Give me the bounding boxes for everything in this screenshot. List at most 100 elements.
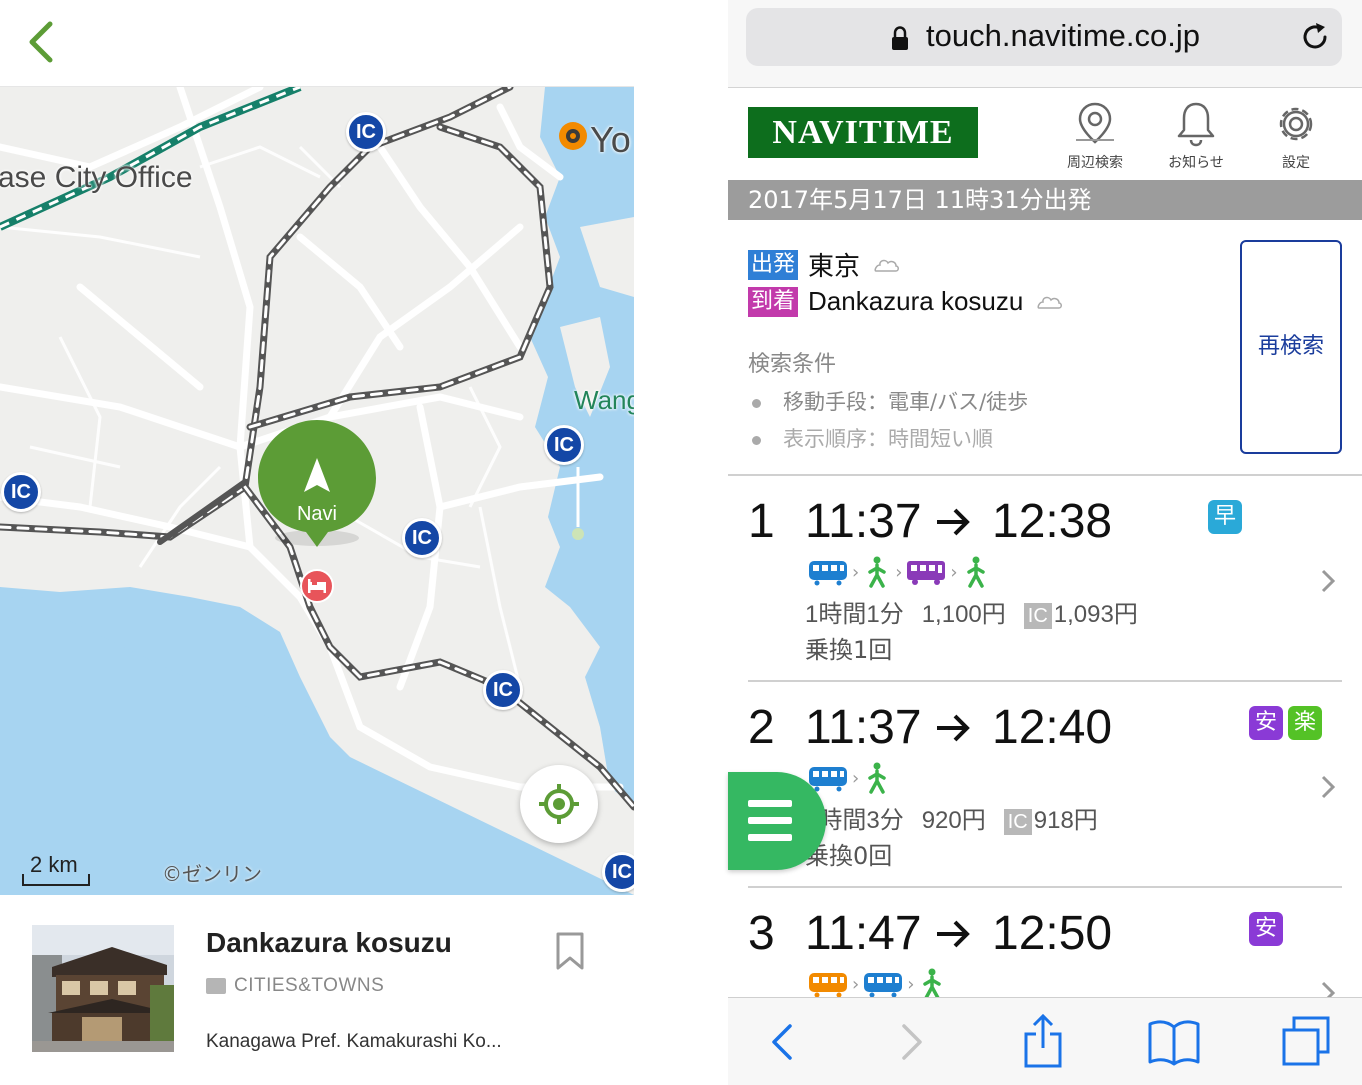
map-credit: ©ゼンリン [162,862,262,886]
gear-icon [1279,107,1313,141]
route-modes: › › › [808,556,990,588]
arrow-right-icon [937,920,970,948]
current-location-button[interactable] [520,765,598,843]
train-icon [809,561,847,586]
browser-address-area: touch.navitime.co.jp [728,0,1362,88]
badge-cheapest: 安 [1249,706,1283,740]
route-duration: 1時間1分 [805,601,904,628]
chevron-icon: › [852,973,860,995]
chevron-icon: › [852,767,860,789]
route-modes: › › [808,968,946,997]
route-arrival-time: 12:50 [992,907,1113,960]
ic-marker[interactable]: IC [602,852,634,892]
browser-screen: touch.navitime.co.jp NAVITIME 周辺検索 お知らせ [728,0,1362,1085]
map-scale: 2 km [22,852,90,888]
arrival-row: 到着 Dankazura kosuzu [748,286,1063,317]
navigation-pin-icon [258,420,376,547]
bookmark-icon [556,932,584,970]
url-text: touch.navitime.co.jp [926,18,1200,53]
ic-card-tag: IC [1023,603,1052,629]
crosshair-icon [539,784,579,824]
train-icon [809,973,847,997]
badge-cheapest: 安 [1249,912,1283,946]
route-result-1[interactable]: 1 11:37 12:38 早 › › › 1時間1分 1,100円 IC 1,… [748,476,1342,682]
map-pin-icon [1076,102,1114,144]
chevron-icon: › [907,973,915,995]
share-icon[interactable] [1015,1014,1071,1070]
lock-icon [892,26,908,50]
top-bar [0,0,634,87]
chevron-icon: › [895,561,903,583]
ic-marker[interactable]: IC [346,112,386,152]
route-modes: › [808,762,891,794]
cloud-icon [1037,296,1063,309]
ic-marker[interactable]: IC [1,472,41,512]
train-icon [809,767,847,792]
settings-label: 設定 [1282,155,1310,171]
route-departure-time: 11:37 [805,495,922,548]
chevron-right-icon [1321,775,1336,799]
train-icon [864,973,903,997]
chevron-icon: › [950,561,958,583]
settings-button[interactable]: 設定 [1256,98,1336,174]
route-departure-time: 11:47 [805,907,922,960]
research-button[interactable]: 再検索 [1240,240,1342,454]
navitime-logo[interactable]: NAVITIME [748,107,978,158]
ic-marker[interactable]: IC [544,425,584,465]
condition-transport: 移動手段：電車/バス/徒歩 [752,386,1028,416]
nearby-search-label: 周辺検索 [1067,155,1123,171]
bookmark-button[interactable] [554,931,586,971]
place-photo[interactable] [32,925,174,1052]
menu-bar [748,800,792,807]
url-bar[interactable]: touch.navitime.co.jp [746,8,1342,66]
menu-bar [748,834,792,841]
hotel-marker[interactable] [300,569,334,603]
menu-bar [748,817,792,824]
cloud-icon [874,259,900,272]
arrow-right-icon [937,714,970,742]
route-ic-fare: 1,093円 [1053,601,1138,628]
chevron-left-icon [29,21,53,63]
walk-icon [966,556,985,588]
bed-icon [308,579,326,593]
browser-forward-icon[interactable] [882,1014,938,1070]
route-fare: 1,100円 [921,601,1006,628]
nearby-search-button[interactable]: 周辺検索 [1055,98,1135,174]
menu-button[interactable] [728,772,826,870]
route-arrival-time: 12:40 [992,701,1113,754]
bookmarks-icon[interactable] [1146,1014,1202,1070]
route-result-3[interactable]: 3 11:47 12:50 安 › › [748,888,1342,997]
arrival-tag: 到着 [748,286,799,317]
departure-place: 東京 [808,251,861,281]
route-number: 2 [748,701,775,754]
reload-icon[interactable] [1298,20,1332,54]
notices-button[interactable]: お知らせ [1156,98,1236,174]
tabs-icon[interactable] [1278,1014,1334,1070]
route-number: 1 [748,495,775,548]
map-label-wang: Wang [574,385,634,415]
back-button[interactable] [18,14,68,70]
scale-bar [22,874,90,886]
place-category: CITIES&TOWNS [206,975,384,997]
navi-label: Navi [296,503,337,525]
category-icon [206,978,226,994]
route-result-2[interactable]: 2 11:37 12:40 安 楽 › 1時間3分 920円 IC 918円 乗換0回 [748,682,1342,888]
badge-easiest: 楽 [1288,706,1322,740]
category-label: CITIES&TOWNS [234,975,385,996]
map-view[interactable]: ase City Office Yo Wang IC IC IC IC IC I… [0,87,634,895]
chevron-icon: › [852,561,860,583]
navi-button[interactable]: Navi [258,420,376,550]
browser-toolbar [728,997,1362,1085]
site-header: NAVITIME 周辺検索 お知らせ 設定 [728,88,1362,180]
place-detail-screen: ase City Office Yo Wang IC IC IC IC IC I… [0,0,634,1085]
pane-divider [634,0,728,1085]
route-fare: 920円 [921,807,986,834]
ic-marker[interactable]: IC [402,518,442,558]
ic-marker[interactable]: IC [483,670,523,710]
badge-fastest: 早 [1208,500,1242,534]
browser-back-icon[interactable] [756,1014,812,1070]
place-card[interactable]: Dankazura kosuzu CITIES&TOWNS Kanagawa P… [0,895,634,1085]
arrival-place: Dankazura kosuzu [808,286,1024,316]
bell-icon [1177,102,1215,147]
departure-tag: 出発 [748,249,799,280]
